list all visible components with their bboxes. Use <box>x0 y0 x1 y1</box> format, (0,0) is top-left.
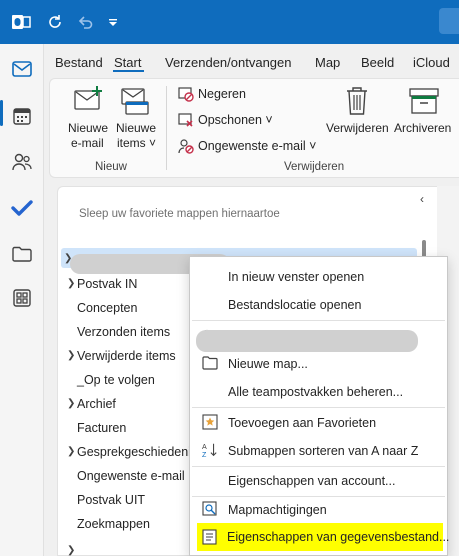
folder-postvak-uit[interactable]: Postvak UIT <box>77 493 145 507</box>
expand-next-account-icon[interactable]: ❯ <box>67 545 75 556</box>
menu-separator <box>192 466 445 467</box>
menu-data-file-properties[interactable]: Eigenschappen van gegevensbestand... <box>227 530 449 544</box>
menu-sort-subfolders[interactable]: Submappen sorteren van A naar Z <box>228 444 418 458</box>
folder-op-te-volgen[interactable]: _Op te volgen <box>77 373 155 387</box>
new-email-icon <box>74 86 104 117</box>
sync-icon[interactable] <box>44 11 66 33</box>
new-items-label: Nieuwe <box>116 121 157 135</box>
cleanup-button[interactable]: Opschonen ˅ <box>178 112 273 128</box>
new-items-label-2: items ˅ <box>117 136 157 150</box>
svg-text:A: A <box>202 443 207 451</box>
ignore-icon <box>178 86 194 102</box>
cleanup-icon <box>178 112 194 128</box>
todo-icon[interactable] <box>0 190 44 226</box>
junk-label: Ongewenste e-mail ˅ <box>198 139 317 153</box>
group-label-delete: Verwijderen <box>284 161 345 173</box>
folder-archief[interactable]: Archief <box>77 397 116 411</box>
new-email-label: Nieuwe <box>68 121 109 135</box>
people-icon[interactable] <box>0 144 44 180</box>
expand-verwijderde-items-icon[interactable]: ❯ <box>67 350 75 361</box>
folder-ongewenste-email[interactable]: Ongewenste e-mail <box>77 469 185 483</box>
menu-open-file-location[interactable]: Bestandslocatie openen <box>228 298 361 312</box>
menu-separator <box>192 320 445 321</box>
ignore-label: Negeren <box>198 87 246 101</box>
cleanup-label: Opschonen ˅ <box>198 113 273 127</box>
menu-separator <box>192 496 445 497</box>
outlook-logo-icon <box>10 11 32 33</box>
search-item-redacted <box>196 330 418 352</box>
new-email-label-2: e-mail <box>71 136 104 150</box>
folder-verzonden-items[interactable]: Verzonden items <box>77 325 170 339</box>
active-tab-underline <box>113 70 144 72</box>
new-folder-icon <box>202 355 218 371</box>
search-box[interactable] <box>439 8 459 34</box>
expand-archief-icon[interactable]: ❯ <box>67 398 75 409</box>
context-menu: In nieuw venster openen Bestandslocatie … <box>189 256 448 556</box>
menu-open-new-window[interactable]: In nieuw venster openen <box>228 270 364 284</box>
tab-icloud[interactable]: iCloud <box>413 55 450 70</box>
group-label-new: Nieuw <box>95 161 127 173</box>
collapse-pane-icon[interactable]: ‹ <box>420 192 424 206</box>
apps-icon[interactable] <box>0 280 44 316</box>
folder-postvak-in[interactable]: Postvak IN <box>77 277 137 291</box>
folder-gesprekgeschiedenis[interactable]: Gesprekgeschiedenis <box>77 445 197 459</box>
menu-new-folder[interactable]: Nieuwe map... <box>228 357 308 371</box>
calendar-icon[interactable] <box>0 98 44 134</box>
menu-account-properties[interactable]: Eigenschappen van account... <box>228 474 395 488</box>
svg-text:Z: Z <box>202 451 207 459</box>
customize-toolbar-icon[interactable] <box>102 11 124 33</box>
new-items-icon <box>120 86 150 119</box>
trash-icon <box>345 86 369 119</box>
menu-separator <box>192 407 445 408</box>
tab-beeld[interactable]: Beeld <box>361 55 394 70</box>
junk-button[interactable]: Ongewenste e-mail ˅ <box>178 138 316 154</box>
archive-icon <box>409 88 439 117</box>
undo-icon[interactable] <box>74 11 96 33</box>
delete-label: Verwijderen <box>326 121 389 135</box>
menu-add-favorites[interactable]: Toevoegen aan Favorieten <box>228 416 376 430</box>
ignore-button[interactable]: Negeren <box>178 86 246 102</box>
title-bar <box>0 0 459 44</box>
delete-button[interactable] <box>325 84 389 154</box>
folder-zoekmappen[interactable]: Zoekmappen <box>77 517 150 531</box>
mail-icon[interactable] <box>0 51 44 87</box>
archive-label: Archiveren <box>394 121 452 135</box>
folder-permissions-icon <box>202 501 218 517</box>
tab-verzenden-ontvangen[interactable]: Verzenden/ontvangen <box>165 55 292 70</box>
app-rail <box>0 44 44 556</box>
menu-folder-permissions[interactable]: Mapmachtigingen <box>228 503 327 517</box>
ribbon-separator <box>166 86 167 170</box>
folder-facturen[interactable]: Facturen <box>77 421 126 435</box>
expand-gesprekgeschiedenis-icon[interactable]: ❯ <box>67 446 75 457</box>
menu-manage-team-mailboxes[interactable]: Alle teampostvakken beheren... <box>228 385 403 399</box>
favorites-drop-hint: Sleep uw favoriete mappen hiernaartoe <box>79 208 280 220</box>
sort-az-icon: AZ <box>202 442 218 459</box>
folder-concepten[interactable]: Concepten <box>77 301 137 315</box>
folder-icon[interactable] <box>0 236 44 272</box>
junk-icon <box>178 138 194 154</box>
archive-button[interactable] <box>393 84 453 154</box>
folder-verwijderde-items[interactable]: Verwijderde items <box>77 349 176 363</box>
add-favorite-icon <box>202 414 218 430</box>
tab-start[interactable]: Start <box>114 55 141 70</box>
tab-map[interactable]: Map <box>315 55 340 70</box>
data-file-properties-icon <box>202 529 218 548</box>
expand-postvak-in-icon[interactable]: ❯ <box>67 278 75 289</box>
tab-bestand[interactable]: Bestand <box>55 55 103 70</box>
